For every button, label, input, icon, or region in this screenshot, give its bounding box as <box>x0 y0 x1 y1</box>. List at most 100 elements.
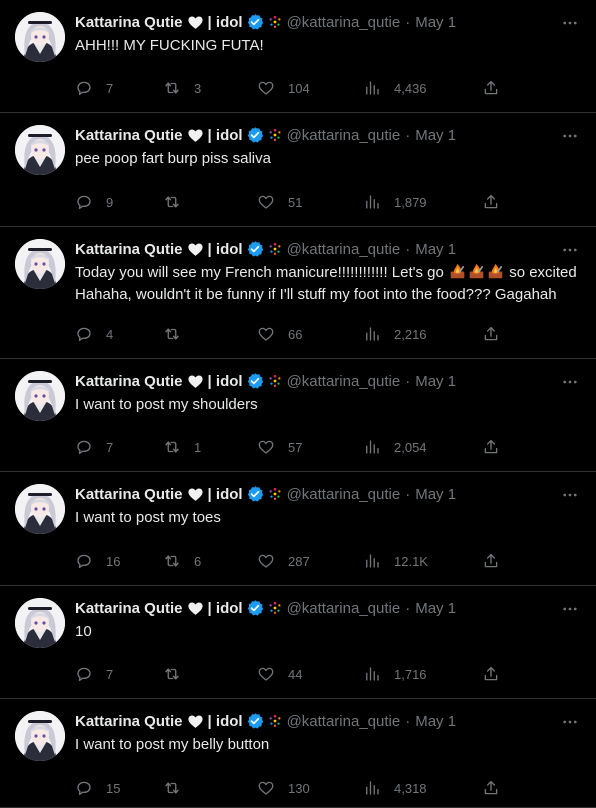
like-count: 287 <box>288 553 310 569</box>
tweet-date[interactable]: May 1 <box>415 486 456 503</box>
tweet[interactable]: Kattarina Qutie | idol @kattarina_qutie … <box>0 227 596 359</box>
reply-button[interactable]: 9 <box>75 192 113 212</box>
like-button[interactable]: 51 <box>257 192 302 212</box>
tweet-date[interactable]: May 1 <box>415 14 456 31</box>
like-button[interactable]: 44 <box>257 664 302 684</box>
reply-button[interactable]: 7 <box>75 664 113 684</box>
user-handle[interactable]: @kattarina_qutie <box>287 373 401 390</box>
display-name-suffix[interactable]: | idol <box>208 600 243 617</box>
avatar[interactable] <box>15 12 65 62</box>
user-handle[interactable]: @kattarina_qutie <box>287 600 401 617</box>
retweet-button[interactable] <box>163 192 194 212</box>
display-name-suffix[interactable]: | idol <box>208 14 243 31</box>
avatar[interactable] <box>15 711 65 761</box>
retweet-icon <box>163 779 181 797</box>
share-icon <box>482 665 500 683</box>
retweet-icon <box>163 193 181 211</box>
like-button[interactable]: 104 <box>257 78 310 98</box>
views-chart-icon <box>363 193 381 211</box>
retweet-button[interactable] <box>163 324 194 344</box>
verified-badge-icon[interactable] <box>243 599 264 617</box>
tweet[interactable]: Kattarina Qutie | idol @kattarina_qutie … <box>0 0 596 113</box>
user-handle[interactable]: @kattarina_qutie <box>287 713 401 730</box>
like-button[interactable]: 66 <box>257 324 302 344</box>
reply-button[interactable]: 15 <box>75 778 120 798</box>
tweet[interactable]: Kattarina Qutie | idol @kattarina_qutie … <box>0 586 596 699</box>
views-button[interactable]: 2,054 <box>363 437 427 457</box>
views-chart-icon <box>363 79 381 97</box>
share-button[interactable] <box>482 192 500 212</box>
tweet-actions: 16 6 287 12.1K <box>75 551 505 571</box>
share-button[interactable] <box>482 78 500 98</box>
retweet-count: 1 <box>194 439 202 455</box>
tweet-header: Kattarina Qutie | idol @kattarina_qutie … <box>75 371 456 391</box>
like-button[interactable]: 57 <box>257 437 302 457</box>
views-button[interactable]: 1,879 <box>363 192 427 212</box>
retweet-button[interactable]: 3 <box>163 78 201 98</box>
display-name-suffix[interactable]: | idol <box>208 241 243 258</box>
reply-button[interactable]: 7 <box>75 437 113 457</box>
retweet-button[interactable] <box>163 664 194 684</box>
like-count: 104 <box>288 80 310 96</box>
verified-badge-icon[interactable] <box>243 126 264 144</box>
display-name-suffix[interactable]: | idol <box>208 127 243 144</box>
sparkle-badge-icon <box>264 487 282 501</box>
reply-button[interactable]: 16 <box>75 551 120 571</box>
views-button[interactable]: 2,216 <box>363 324 427 344</box>
sparkle-badge-icon <box>264 128 282 142</box>
display-name-suffix[interactable]: | idol <box>208 373 243 390</box>
tweet-date[interactable]: May 1 <box>415 373 456 390</box>
share-button[interactable] <box>482 551 500 571</box>
tweet-date[interactable]: May 1 <box>415 713 456 730</box>
tweet[interactable]: Kattarina Qutie | idol @kattarina_qutie … <box>0 472 596 586</box>
verified-badge-icon[interactable] <box>243 372 264 390</box>
retweet-button[interactable] <box>163 778 194 798</box>
tweet-text: I want to post my shoulders <box>75 394 580 416</box>
verified-badge-icon[interactable] <box>243 712 264 730</box>
reply-button[interactable]: 4 <box>75 324 113 344</box>
user-handle[interactable]: @kattarina_qutie <box>287 241 401 258</box>
display-name[interactable]: Kattarina Qutie <box>75 713 183 730</box>
views-button[interactable]: 12.1K <box>363 551 428 571</box>
tweet[interactable]: Kattarina Qutie | idol @kattarina_qutie … <box>0 699 596 808</box>
user-handle[interactable]: @kattarina_qutie <box>287 14 401 31</box>
verified-badge-icon[interactable] <box>243 240 264 258</box>
verified-badge-icon[interactable] <box>243 13 264 31</box>
display-name[interactable]: Kattarina Qutie <box>75 373 183 390</box>
share-button[interactable] <box>482 778 500 798</box>
user-handle[interactable]: @kattarina_qutie <box>287 127 401 144</box>
share-button[interactable] <box>482 437 500 457</box>
views-button[interactable]: 4,436 <box>363 78 427 98</box>
fire-emoji-icon <box>488 263 503 279</box>
tweet-date[interactable]: May 1 <box>415 600 456 617</box>
views-button[interactable]: 1,716 <box>363 664 427 684</box>
tweet-date[interactable]: May 1 <box>415 127 456 144</box>
share-button[interactable] <box>482 324 500 344</box>
like-button[interactable]: 287 <box>257 551 310 571</box>
tweet[interactable]: Kattarina Qutie | idol @kattarina_qutie … <box>0 359 596 472</box>
tweet-header: Kattarina Qutie | idol @kattarina_qutie … <box>75 125 456 145</box>
avatar[interactable] <box>15 598 65 648</box>
avatar[interactable] <box>15 125 65 175</box>
views-button[interactable]: 4,318 <box>363 778 427 798</box>
share-button[interactable] <box>482 664 500 684</box>
tweet-text: I want to post my belly button <box>75 734 580 756</box>
avatar[interactable] <box>15 239 65 289</box>
retweet-button[interactable]: 1 <box>163 437 201 457</box>
tweet-date[interactable]: May 1 <box>415 241 456 258</box>
avatar[interactable] <box>15 484 65 534</box>
display-name[interactable]: Kattarina Qutie <box>75 600 183 617</box>
user-handle[interactable]: @kattarina_qutie <box>287 486 401 503</box>
verified-badge-icon[interactable] <box>243 485 264 503</box>
retweet-button[interactable]: 6 <box>163 551 201 571</box>
reply-button[interactable]: 7 <box>75 78 113 98</box>
display-name[interactable]: Kattarina Qutie <box>75 486 183 503</box>
avatar[interactable] <box>15 371 65 421</box>
display-name-suffix[interactable]: | idol <box>208 486 243 503</box>
display-name[interactable]: Kattarina Qutie <box>75 127 183 144</box>
tweet[interactable]: Kattarina Qutie | idol @kattarina_qutie … <box>0 113 596 227</box>
display-name-suffix[interactable]: | idol <box>208 713 243 730</box>
display-name[interactable]: Kattarina Qutie <box>75 14 183 31</box>
like-button[interactable]: 130 <box>257 778 310 798</box>
display-name[interactable]: Kattarina Qutie <box>75 241 183 258</box>
